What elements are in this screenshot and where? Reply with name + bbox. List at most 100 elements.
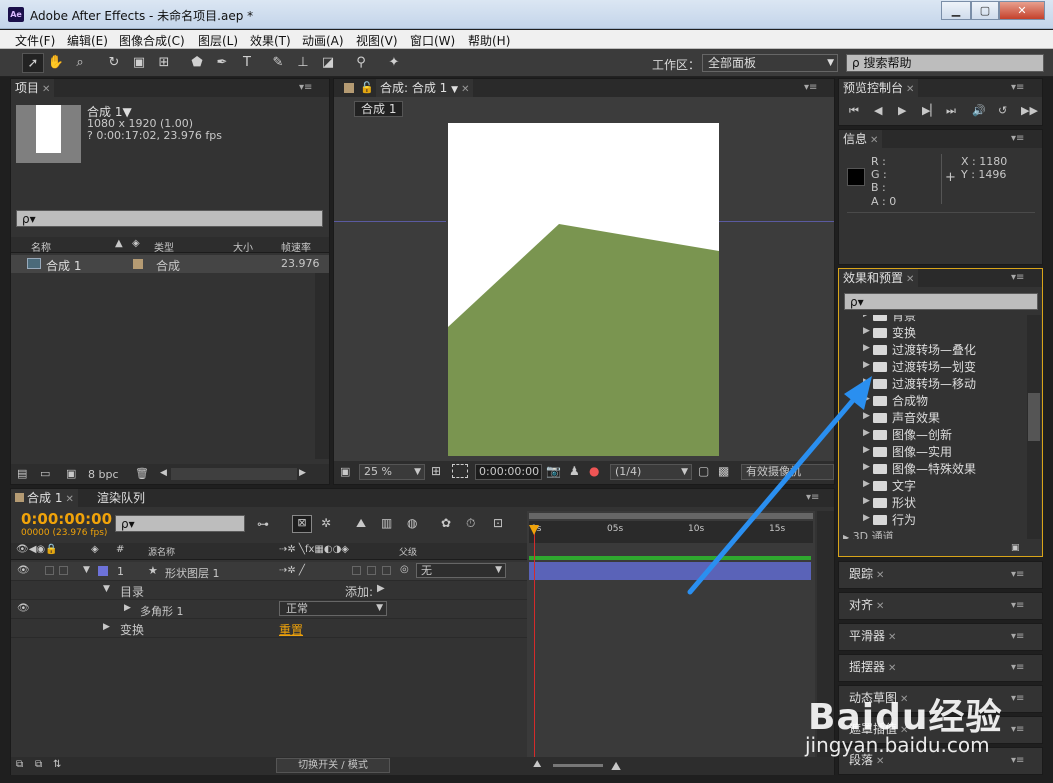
prev-frame-icon[interactable]: ◀ xyxy=(874,104,882,117)
effect-category-item[interactable]: ▶ 过渡转场—叠化 xyxy=(839,341,1027,358)
solo-checkbox[interactable] xyxy=(45,566,54,575)
layer-row[interactable]: 👁 ▼ 1 ★ 形状图层 1 ⇢✲ ╱ ◎ 无 ▼ xyxy=(11,562,527,581)
close-icon[interactable]: ✕ xyxy=(888,632,896,643)
menu-layer[interactable]: 图层(L) xyxy=(198,32,238,49)
eye-icon[interactable]: 👁 xyxy=(17,565,30,576)
panel-menu-icon[interactable]: ▾≡ xyxy=(299,82,312,93)
add-label[interactable]: 添加: xyxy=(345,583,373,600)
tab-info[interactable]: 信息 ✕ xyxy=(839,130,883,148)
layer-switches-toggle-icon[interactable]: ⧉ xyxy=(16,759,23,770)
zoom-tool-icon[interactable]: ⌕ xyxy=(69,53,91,73)
snapshot-camera-icon[interactable]: 📷 xyxy=(546,464,561,478)
selection-tool-icon[interactable]: ➚ xyxy=(22,53,44,73)
close-icon[interactable]: ✕ xyxy=(42,84,50,95)
close-icon[interactable]: ✕ xyxy=(888,663,896,674)
col-name[interactable]: 名称 xyxy=(31,239,51,254)
pan-behind-tool-icon[interactable]: ⊞ xyxy=(153,53,175,73)
menu-help[interactable]: 帮助(H) xyxy=(468,32,510,49)
current-time-field[interactable]: 0:00:00:00 xyxy=(475,464,542,480)
label-color-swatch[interactable] xyxy=(133,259,143,269)
effects-search-input[interactable]: ρ▾ xyxy=(844,293,1038,310)
hide-shy-layers-icon[interactable]: ⛰ xyxy=(356,516,366,531)
parent-select[interactable]: 无 ▼ xyxy=(416,563,506,578)
tab-smoother[interactable]: 平滑器 ✕ xyxy=(845,627,900,645)
ram-preview-icon[interactable]: ▶▶ xyxy=(1021,104,1038,117)
shape-tool-icon[interactable]: ⬟ xyxy=(186,53,208,73)
tab-effects-presets[interactable]: 效果和预置 ✕ xyxy=(839,269,919,287)
text-tool-icon[interactable]: T xyxy=(236,53,258,73)
project-vscrollbar[interactable] xyxy=(315,273,329,459)
comp-mini-flowchart-icon[interactable]: ⊶ xyxy=(257,517,269,531)
effect-category-item[interactable]: ▶ 背景 xyxy=(839,315,1027,324)
close-icon[interactable]: ✕ xyxy=(906,274,914,285)
contents-row[interactable]: ▼ 目录 添加: ▶ xyxy=(11,581,527,600)
tab-preview[interactable]: 预览控制台 ✕ xyxy=(839,79,919,97)
toggle-switches-modes-button[interactable]: 切换开关 / 模式 xyxy=(276,758,390,773)
panel-menu-icon[interactable]: ▾≡ xyxy=(1011,272,1024,283)
panel-menu-icon[interactable]: ▾≡ xyxy=(1011,693,1024,704)
col-source-name[interactable]: 源名称 xyxy=(148,545,175,558)
chevron-down-icon[interactable]: ▼ xyxy=(103,584,110,594)
scroll-thumb[interactable] xyxy=(1028,393,1040,441)
zoom-out-icon[interactable]: ⛰ xyxy=(533,759,541,770)
comp-subtab[interactable]: 合成 1 xyxy=(354,101,404,117)
switch-checkbox[interactable] xyxy=(382,566,391,575)
bpc-button[interactable]: 8 bpc xyxy=(88,468,119,481)
graph-editor-icon[interactable]: ⊡ xyxy=(493,516,503,530)
next-frame-icon[interactable]: ▶▏ xyxy=(922,104,939,117)
comp-canvas[interactable] xyxy=(448,123,719,456)
layer-name[interactable]: 形状图层 1 xyxy=(165,565,220,581)
last-frame-icon[interactable]: ⏭ xyxy=(946,104,956,118)
tab-composition[interactable]: 合成: 合成 1 ▼ ✕ xyxy=(376,79,474,97)
layer-switches-icons[interactable]: ⇢✲ ╱ xyxy=(279,565,305,576)
col-size[interactable]: 大小 xyxy=(233,239,253,254)
first-frame-icon[interactable]: ⏮ xyxy=(849,104,859,118)
zoom-select[interactable]: 25 % ▼ xyxy=(359,464,425,480)
blend-mode-select[interactable]: 正常 ▼ xyxy=(279,601,387,616)
transform-row[interactable]: ▶ 变换 重置 xyxy=(11,619,527,638)
pen-tool-icon[interactable]: ✒ xyxy=(211,53,233,73)
menu-composition[interactable]: 图像合成(C) xyxy=(119,32,185,49)
brainstorm-icon[interactable]: ✿ xyxy=(441,516,451,530)
roto-brush-tool-icon[interactable]: ⚲ xyxy=(350,53,372,73)
lock-checkbox[interactable] xyxy=(59,566,68,575)
polygon-row[interactable]: 👁 ▶ 多角形 1 正常 ▼ xyxy=(11,600,527,619)
minimize-button[interactable]: ▁ xyxy=(941,1,971,20)
close-icon[interactable]: ✕ xyxy=(906,84,914,95)
col-parent[interactable]: 父级 xyxy=(399,545,417,558)
panel-menu-icon[interactable]: ▾≡ xyxy=(1011,133,1024,144)
panel-menu-icon[interactable]: ▾≡ xyxy=(1011,600,1024,611)
close-button[interactable]: ✕ xyxy=(999,1,1045,20)
panel-menu-icon[interactable]: ▾≡ xyxy=(1011,724,1024,735)
new-comp-icon[interactable]: ▣ xyxy=(66,467,76,480)
zoom-slider[interactable] xyxy=(553,764,603,767)
col-type[interactable]: 类型 xyxy=(154,239,174,254)
channels-icon[interactable]: ● xyxy=(589,464,599,478)
panel-menu-icon[interactable]: ▾≡ xyxy=(1011,82,1024,93)
menu-file[interactable]: 文件(F) xyxy=(15,32,55,49)
play-icon[interactable]: ▶ xyxy=(898,104,906,117)
maximize-button[interactable]: ▢ xyxy=(971,1,999,20)
camera-tool-icon[interactable]: ▣ xyxy=(128,53,150,73)
expand-arrow-icon[interactable]: ▶ xyxy=(103,622,110,632)
current-time-indicator[interactable] xyxy=(534,525,535,771)
switch-checkbox[interactable] xyxy=(352,566,361,575)
loop-icon[interactable]: ↺ xyxy=(998,104,1007,117)
transfer-controls-icon[interactable]: ⧉ xyxy=(35,759,42,770)
switch-checkbox[interactable] xyxy=(367,566,376,575)
mask-visibility-icon[interactable] xyxy=(452,464,468,478)
rotate-tool-icon[interactable]: ↻ xyxy=(103,53,125,73)
panel-menu-icon[interactable]: ▾≡ xyxy=(1011,569,1024,580)
expand-arrow-icon[interactable]: ▶ xyxy=(124,603,131,613)
clone-stamp-tool-icon[interactable]: ⊥ xyxy=(292,53,314,73)
project-hscrollbar[interactable] xyxy=(171,468,297,480)
close-icon[interactable]: ✕ xyxy=(876,601,884,612)
grid-icon[interactable]: ⊞ xyxy=(431,464,441,478)
menu-view[interactable]: 视图(V) xyxy=(356,32,398,49)
eraser-tool-icon[interactable]: ◪ xyxy=(317,53,339,73)
col-fps[interactable]: 帧速率 xyxy=(281,239,311,254)
layer-label-color[interactable] xyxy=(98,566,108,576)
chevron-down-icon[interactable]: ▼ xyxy=(451,85,458,95)
draft-3d-icon[interactable]: ✲ xyxy=(321,516,331,530)
tab-timeline-comp[interactable]: 合成 1 ✕ xyxy=(11,489,78,507)
